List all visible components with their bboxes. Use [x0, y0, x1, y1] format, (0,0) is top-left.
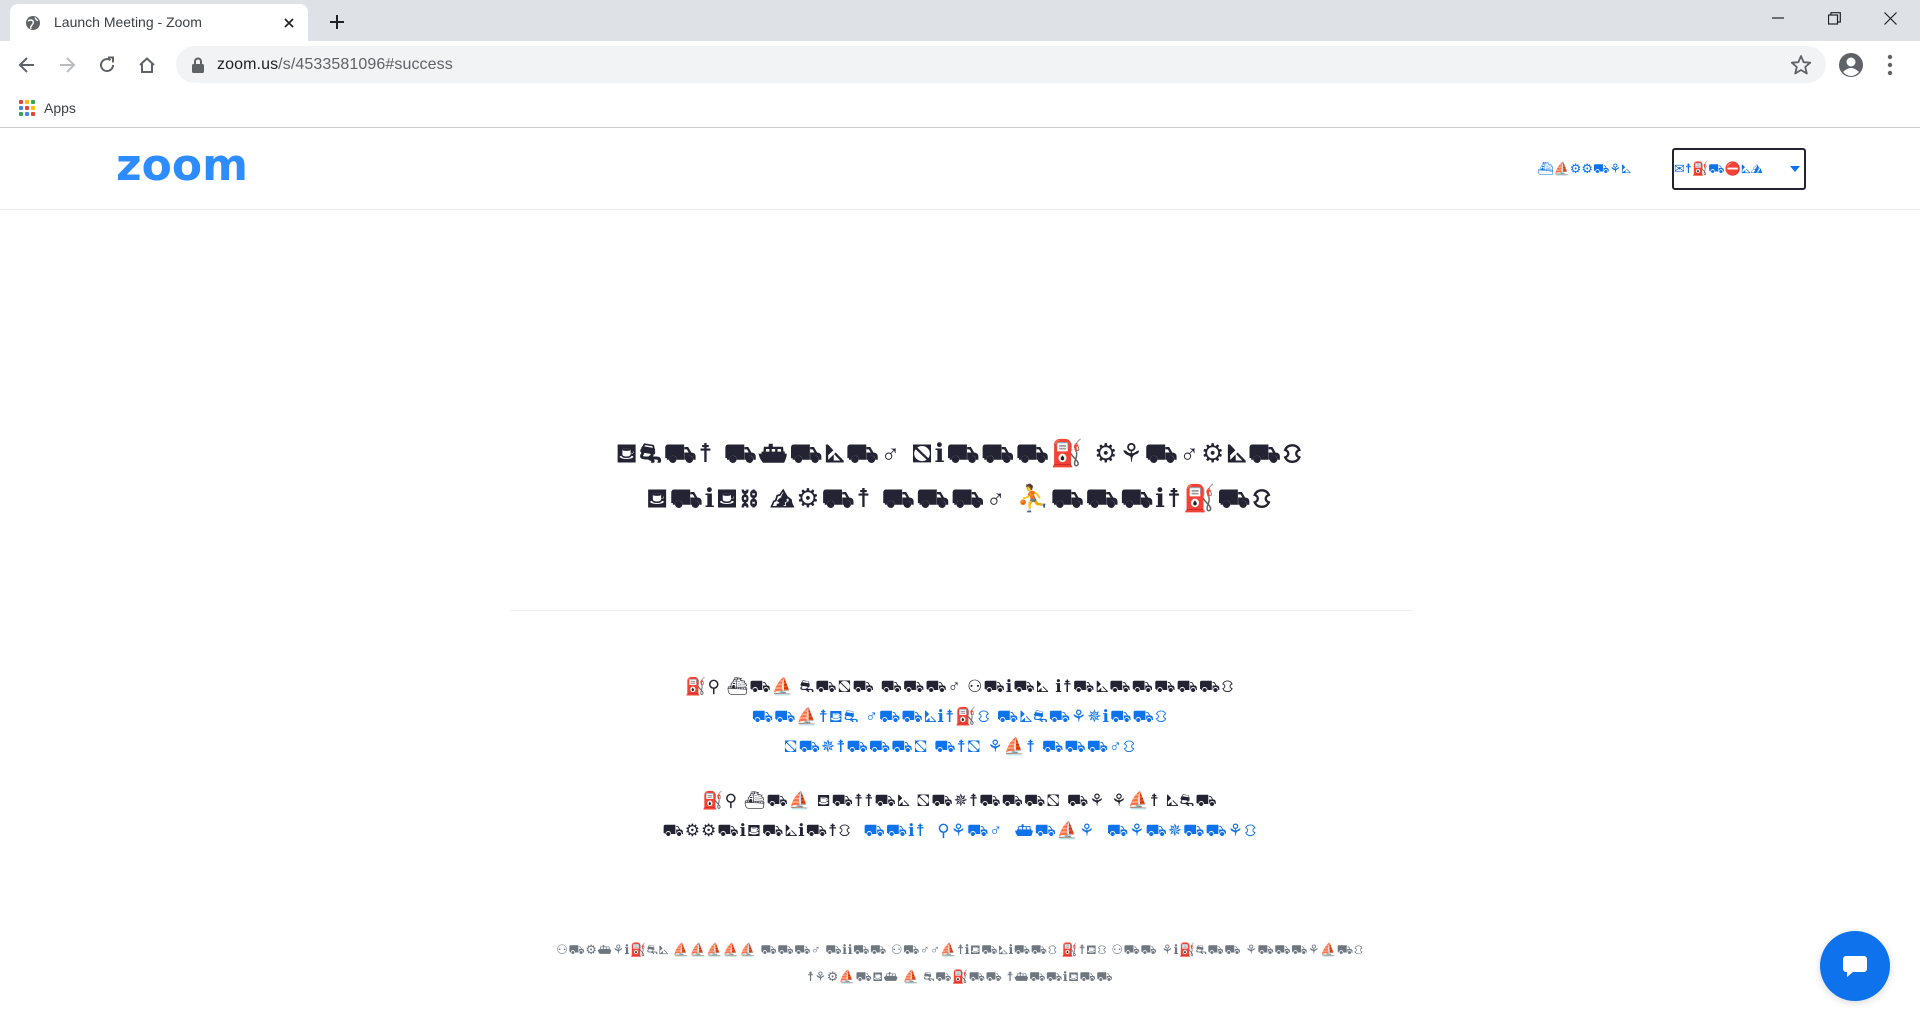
- chat-button[interactable]: [1820, 931, 1890, 1001]
- logo-text: zoom: [116, 146, 248, 186]
- browser-tab-active[interactable]: Launch Meeting - Zoom: [10, 4, 308, 41]
- bookmark-label: Apps: [44, 100, 76, 116]
- forward-arrow-icon[interactable]: [52, 50, 82, 80]
- section-divider: [510, 610, 1412, 611]
- footer-line-2: ☨⚘⚙⛵⛟⛾⛴ ⛵ ⛐⛟⛽⛟⛟ ☨⛴⛟⛟ℹ⛾⛟⛟: [806, 969, 1114, 984]
- restore-icon[interactable]: [1806, 0, 1862, 36]
- address-url: zoom.us/s/4533581096#success: [217, 56, 453, 74]
- minimize-icon[interactable]: [1750, 0, 1806, 36]
- back-arrow-icon[interactable]: [12, 50, 42, 80]
- info-link-c[interactable]: ⛴⛟⛵⚘: [1015, 821, 1096, 840]
- info-1-line-2: ⛟⛟⛵☨⛾⛐ ♂⛟⛟⛡ℹ☨⛽⛻ ⛟⛡⛐⛟⚘✵ℹ⛟⛟⛻: [0, 707, 1920, 729]
- profile-icon[interactable]: [1837, 51, 1865, 79]
- close-icon[interactable]: [280, 14, 298, 32]
- url-host: zoom.us: [217, 56, 279, 73]
- download-client-link[interactable]: ⛟⛟⛵☨⛾⛐ ♂⛟⛟⛡ℹ☨⛽⛻ ⛟⛡⛐⛟⚘✵ℹ⛟⛟⛻: [752, 707, 1169, 726]
- language-select[interactable]: ✉☨⛽⛟⛔⛡⛰: [1672, 148, 1806, 190]
- info-link-d[interactable]: ⛟⚘⛟✵⛟⛟⚘⛻: [1107, 821, 1258, 840]
- info-link-b[interactable]: ⚲⚘⛟♂: [937, 821, 1003, 840]
- launch-meeting-link[interactable]: ⛞⛟✵☨⛟⛟⛟⛞ ⛟☨⛞ ⚘⛵☨ ⛟⛟⛟♂⛻: [784, 737, 1137, 756]
- globe-icon: [26, 16, 40, 30]
- plus-icon[interactable]: [325, 10, 349, 34]
- home-icon[interactable]: [132, 50, 162, 80]
- info-1-line-1: ⛽⚲ ⛴⛟⛵ ⛐⛟⛞⛟ ⛟⛟⛟♂ ⚇⛟ℹ⛟⛡ ℹ☨⛟⛡⛟⛟⛟⛟⛟⛻: [685, 677, 1235, 696]
- url-path: /s/4533581096#success: [278, 56, 453, 73]
- apps-grid-icon: [19, 100, 35, 116]
- reload-icon[interactable]: [92, 50, 122, 80]
- info-2-line-2: ⛟⚙⚙⛟ℹ⛾⛟⛡ℹ⛟☨⛻ ⛟⛟ℹ☨ ⚲⚘⛟♂ ⛴⛟⛵⚘ ⛟⚘⛟✵⛟⛟⚘⛻: [0, 821, 1920, 843]
- launch-message-line-1: ⛾⛐⛟☨ ⛟⛴⛟⛡⛟♂ ⛞ℹ⛟⛟⛟⛽ ⚙⚘⛟♂⚙⛡⛟⛻: [616, 438, 1304, 468]
- bookmark-apps[interactable]: Apps: [19, 97, 76, 119]
- browser-toolbar: zoom.us/s/4533581096#success: [0, 41, 1920, 88]
- chat-bubble-icon: [1843, 956, 1867, 977]
- chevron-down-icon: [1790, 166, 1800, 172]
- footer-line-1: ⚇⛟⚙⛴⚘ℹ⛽⛐⛡ ⛵⛵⛵⛵⛵ ⛟⛟⛟♂ ⛟ℹℹ⛟⛟ ⚇⛟♂♂⛵☨ℹ⛾⛟⛡ℹ⛟⛟…: [556, 942, 1364, 957]
- info-2-line-1: ⛽⚲ ⛴⛟⛵ ⛾⛟☨☨⛟⛡ ⛞⛟✵☨⛟⛟⛟⛞ ⛟⚘ ⚘⛵☨ ⛡⛐⛟: [702, 791, 1218, 810]
- bookmarks-bar: Apps: [0, 88, 1920, 128]
- site-header: zoom ⛴⛵⚙⚙⛟⚘⛡ ✉☨⛽⛟⛔⛡⛰: [0, 129, 1920, 210]
- star-icon[interactable]: [1790, 54, 1812, 76]
- lock-icon: [192, 57, 204, 73]
- info-1-line-3: ⛞⛟✵☨⛟⛟⛟⛞ ⛟☨⛞ ⚘⛵☨ ⛟⛟⛟♂⛻: [0, 737, 1920, 759]
- close-window-icon[interactable]: [1862, 0, 1918, 36]
- launch-message-line-2: ⛾⛟ℹ⛾⛓ ⛰⚙⛟☨ ⛟⛟⛟♂ ⛹⛟⛟⛟ℹ☨⛽⛟⛻: [646, 483, 1274, 513]
- language-select-value: ✉☨⛽⛟⛔⛡⛰: [1674, 161, 1763, 176]
- kebab-menu-icon[interactable]: [1880, 51, 1900, 79]
- info-2-line-2-text: ⛟⚙⚙⛟ℹ⛾⛟⛡ℹ⛟☨⛻: [662, 821, 852, 840]
- support-link[interactable]: ⛴⛵⚙⚙⛟⚘⛡: [1537, 161, 1631, 179]
- address-bar[interactable]: zoom.us/s/4533581096#success: [176, 46, 1826, 83]
- zoom-logo[interactable]: zoom: [116, 146, 258, 186]
- info-link-a[interactable]: ⛟⛟ℹ☨: [863, 821, 926, 840]
- browser-tabstrip: Launch Meeting - Zoom: [0, 0, 1920, 41]
- tab-title: Launch Meeting - Zoom: [54, 14, 202, 30]
